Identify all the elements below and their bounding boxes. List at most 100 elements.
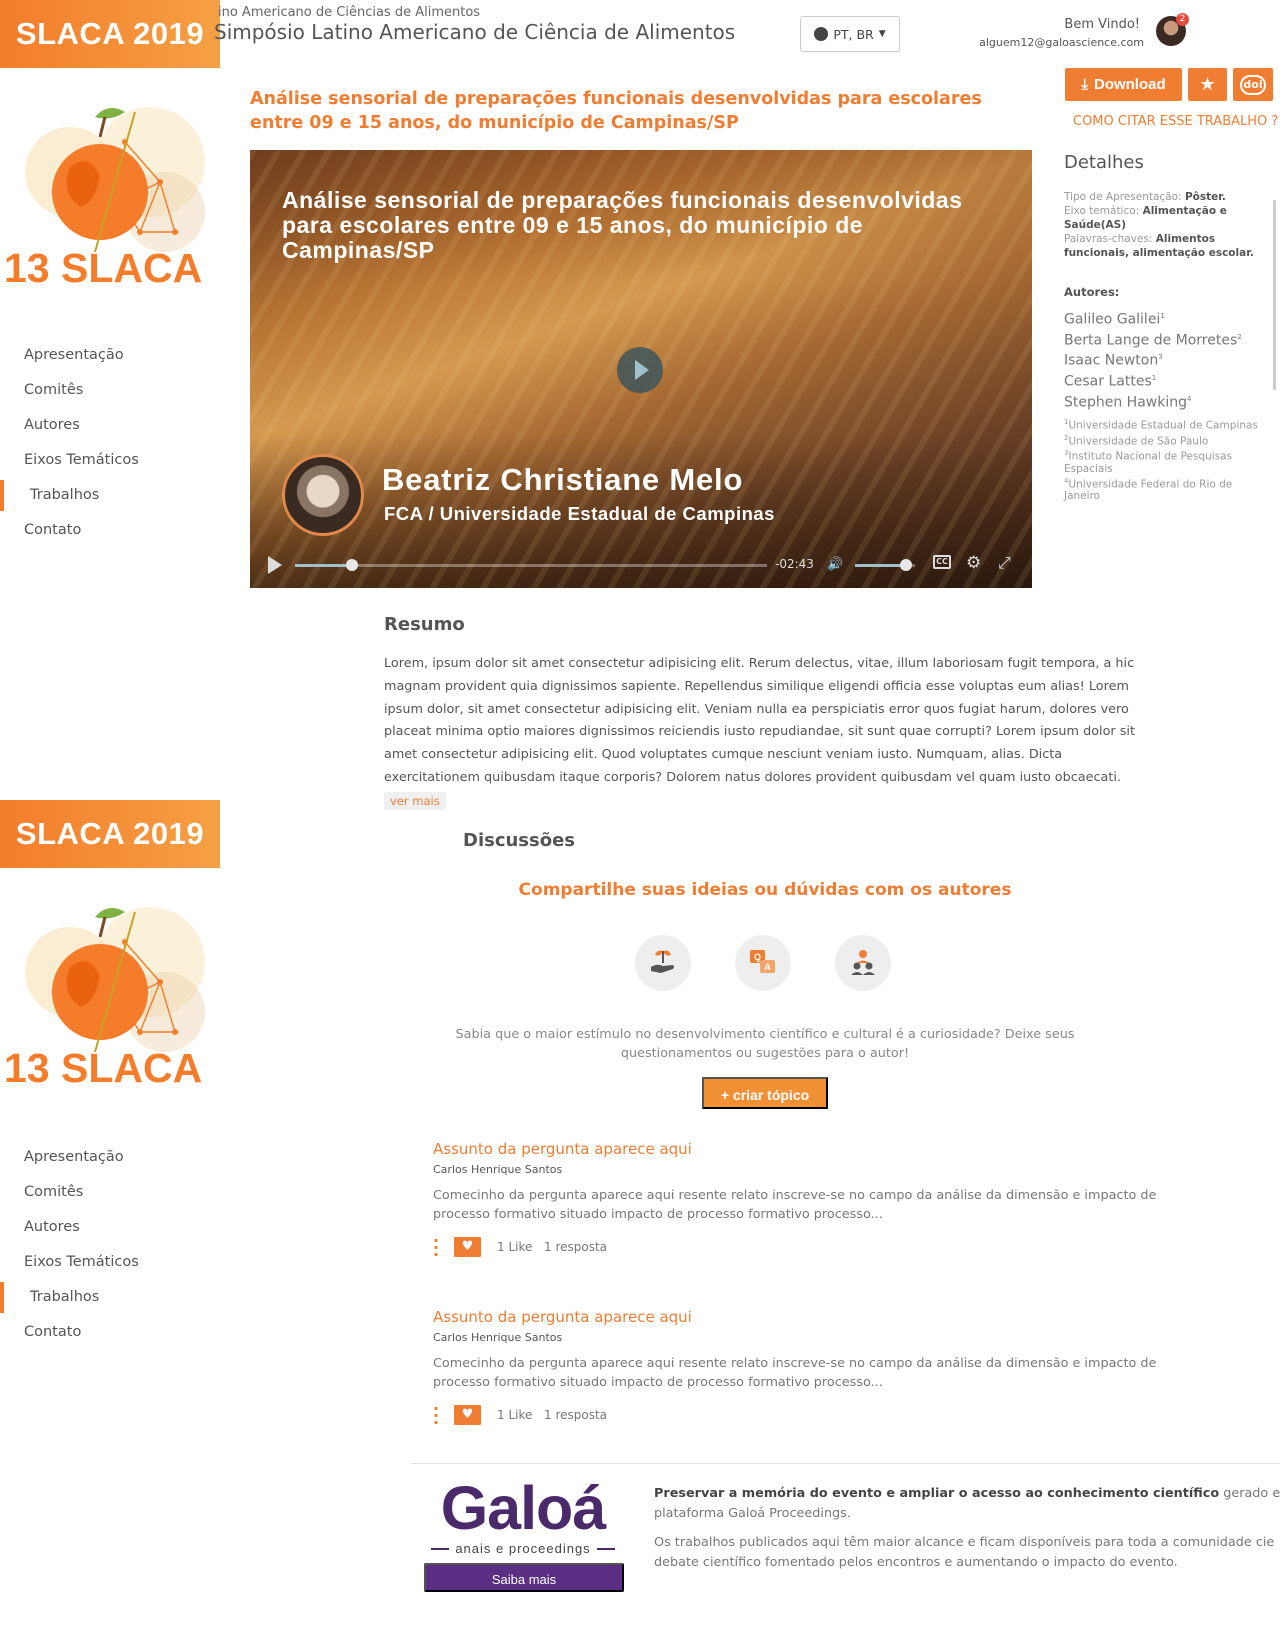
more-options-icon[interactable]: · · · bbox=[433, 1401, 439, 1431]
logo-text: 13 SLACA bbox=[4, 245, 202, 291]
footer-line: Os trabalhos publicados aqui têm maior a… bbox=[654, 1535, 1275, 1550]
sidebar-item-autores[interactable]: Autores bbox=[0, 408, 220, 443]
topic-author: Carlos Henrique Santos bbox=[433, 1331, 563, 1344]
doi-icon: doi bbox=[1240, 74, 1266, 95]
author-ref: 4 bbox=[1187, 394, 1192, 403]
progress-handle[interactable] bbox=[345, 559, 358, 571]
author-ref: 1 bbox=[1160, 312, 1165, 320]
captions-icon[interactable]: CC bbox=[933, 555, 951, 569]
sidebar-item-trabalhos[interactable]: Trabalhos bbox=[0, 1280, 220, 1315]
author-name: Galileo Galilei bbox=[1064, 311, 1161, 328]
footer-line: plataforma Galoá Proceedings. bbox=[654, 1506, 851, 1521]
language-label: PT, BR bbox=[833, 26, 874, 42]
institution-item: 4Universidade Federal do Rio de Janeiro bbox=[1064, 475, 1269, 503]
volume-handle[interactable] bbox=[900, 559, 912, 571]
author-name: Isaac Newton bbox=[1064, 352, 1159, 369]
institutions-list: 1Universidade Estadual de Campinas 2Univ… bbox=[1064, 416, 1269, 502]
volume-icon[interactable]: 🔊 bbox=[827, 557, 843, 572]
institution-name: Universidade Estadual de Campinas bbox=[1068, 419, 1258, 432]
read-more-button[interactable]: ver mais bbox=[384, 792, 446, 810]
event-title: Simpósio Latino Americano de Ciência de … bbox=[214, 20, 736, 44]
author-ref: 3 bbox=[1158, 353, 1163, 362]
discussions-description: Sabia que o maior estímulo no desenvolvi… bbox=[455, 1027, 1075, 1061]
sidebar-item-apresentacao[interactable]: Apresentação bbox=[0, 338, 220, 373]
author-item[interactable]: Galileo Galilei1 bbox=[1064, 308, 1242, 329]
footer-text: Preservar a memória do evento e ampliar … bbox=[654, 1484, 1280, 1582]
event-badge: SLACA 2019 bbox=[0, 800, 220, 868]
sidebar-item-apresentacao[interactable]: Apresentação bbox=[0, 1140, 220, 1175]
author-item[interactable]: Cesar Lattes1 bbox=[1064, 370, 1242, 391]
details-title: Detalhes bbox=[1064, 152, 1144, 173]
more-options-icon[interactable]: · · · bbox=[433, 1233, 439, 1263]
details-meta: Tipo de Apresentação: Pôster. Eixo temát… bbox=[1064, 190, 1259, 260]
eixo-label: Eixo temático: bbox=[1064, 205, 1143, 217]
sidebar-item-eixos[interactable]: Eixos Temáticos bbox=[0, 443, 220, 478]
footer-rest: gerado em eve bbox=[1223, 1486, 1280, 1501]
learn-more-button[interactable]: Saiba mais bbox=[424, 1563, 624, 1592]
sidebar-item-comites[interactable]: Comitês bbox=[0, 1175, 220, 1210]
author-name: Cesar Lattes bbox=[1064, 373, 1152, 390]
globe-icon bbox=[814, 27, 829, 41]
topic-excerpt: Comecinho da pergunta aparece aqui resen… bbox=[433, 1188, 1157, 1222]
sidebar-item-contato[interactable]: Contato bbox=[0, 513, 220, 548]
sidebar-item-autores[interactable]: Autores bbox=[0, 1210, 220, 1245]
topic-title[interactable]: Assunto da pergunta aparece aqui bbox=[433, 1139, 1193, 1159]
author-name: Berta Lange de Morretes bbox=[1064, 332, 1238, 349]
download-button[interactable]: ⤓ Download bbox=[1065, 68, 1182, 101]
topic-actions: · · · ♥ 1 Like 1 resposta bbox=[433, 1233, 1193, 1263]
play-button[interactable] bbox=[617, 347, 663, 393]
footer-bold: Preservar a memória do evento e ampliar … bbox=[654, 1486, 1220, 1501]
notification-badge[interactable]: 2 bbox=[1176, 13, 1189, 26]
play-icon[interactable] bbox=[268, 556, 282, 574]
user-email: alguem12@galoascience.com bbox=[979, 36, 1144, 49]
sidebar-item-trabalhos[interactable]: Trabalhos bbox=[0, 478, 220, 513]
like-button[interactable]: ♥ bbox=[454, 1237, 481, 1257]
create-topic-button[interactable]: + criar tópico bbox=[702, 1077, 828, 1109]
language-selector[interactable]: PT, BR ▼ bbox=[800, 16, 900, 52]
volume-slider[interactable] bbox=[855, 559, 915, 571]
welcome-text: Bem Vindo! bbox=[1064, 17, 1140, 32]
like-button[interactable]: ♥ bbox=[454, 1405, 481, 1425]
event-logo: 13 SLACA bbox=[0, 82, 220, 302]
author-item[interactable]: Isaac Newton3 bbox=[1064, 349, 1242, 370]
video-controls: -02:43 🔊 CC ⚙ ⤢ bbox=[250, 540, 1032, 588]
paper-title: Análise sensorial de preparações funcion… bbox=[250, 89, 982, 133]
topic-item[interactable]: Assunto da pergunta aparece aqui Carlos … bbox=[433, 1307, 1193, 1431]
reply-count[interactable]: 1 resposta bbox=[544, 1408, 607, 1422]
fullscreen-icon[interactable]: ⤢ bbox=[998, 553, 1011, 573]
like-count: 1 Like bbox=[497, 1408, 533, 1422]
footer-paragraph: Os trabalhos publicados aqui têm maior a… bbox=[654, 1533, 1280, 1573]
svg-text:Q: Q bbox=[754, 952, 761, 962]
sidebar-item-eixos[interactable]: Eixos Temáticos bbox=[0, 1245, 220, 1280]
settings-icon[interactable]: ⚙ bbox=[966, 553, 981, 573]
reply-count[interactable]: 1 resposta bbox=[544, 1240, 607, 1254]
sidebar-item-comites[interactable]: Comitês bbox=[0, 373, 220, 408]
video-player[interactable]: Análise sensorial de preparações funcion… bbox=[250, 150, 1032, 588]
details-scrollbar[interactable] bbox=[1273, 200, 1276, 390]
footer-line: debate científico fomentado pelos encont… bbox=[654, 1555, 1178, 1570]
event-badge: SLACA 2019 bbox=[0, 0, 220, 68]
author-item[interactable]: Stephen Hawking4 bbox=[1064, 391, 1242, 412]
footer-divider bbox=[410, 1463, 1280, 1464]
author-item[interactable]: Berta Lange de Morretes2 bbox=[1064, 329, 1242, 350]
cite-link[interactable]: COMO CITAR ESSE TRABALHO ? bbox=[1073, 114, 1278, 129]
topic-excerpt: Comecinho da pergunta aparece aqui resen… bbox=[433, 1356, 1157, 1390]
sidebar-item-contato[interactable]: Contato bbox=[0, 1315, 220, 1350]
like-count: 1 Like bbox=[497, 1240, 533, 1254]
heart-icon: ♥ bbox=[461, 1239, 474, 1254]
institution-name: Universidade Federal do Rio de Janeiro bbox=[1064, 478, 1233, 502]
speaker-affiliation: FCA / Universidade Estadual de Campinas bbox=[384, 503, 775, 524]
topic-title[interactable]: Assunto da pergunta aparece aqui bbox=[433, 1307, 1193, 1327]
galoa-logo-sub-text: anais e proceedings bbox=[455, 1541, 591, 1556]
progress-bar[interactable] bbox=[295, 559, 767, 571]
galoa-logo: Galoá anais e proceedings bbox=[430, 1477, 616, 1556]
galoa-logo-sub: anais e proceedings bbox=[430, 1541, 616, 1556]
discussions-subtitle: Compartilhe suas ideias ou dúvidas com o… bbox=[518, 880, 1012, 900]
event-logo: 13 SLACA bbox=[0, 882, 220, 1102]
galoa-logo-word: Galoá bbox=[440, 1474, 607, 1542]
institution-item: 2Universidade de São Paulo bbox=[1064, 432, 1269, 448]
favorite-button[interactable]: ★ bbox=[1188, 68, 1227, 101]
topic-item[interactable]: Assunto da pergunta aparece aqui Carlos … bbox=[433, 1139, 1193, 1263]
doi-button[interactable]: doi bbox=[1233, 68, 1273, 101]
authors-list: Galileo Galilei1 Berta Lange de Morretes… bbox=[1064, 308, 1242, 411]
